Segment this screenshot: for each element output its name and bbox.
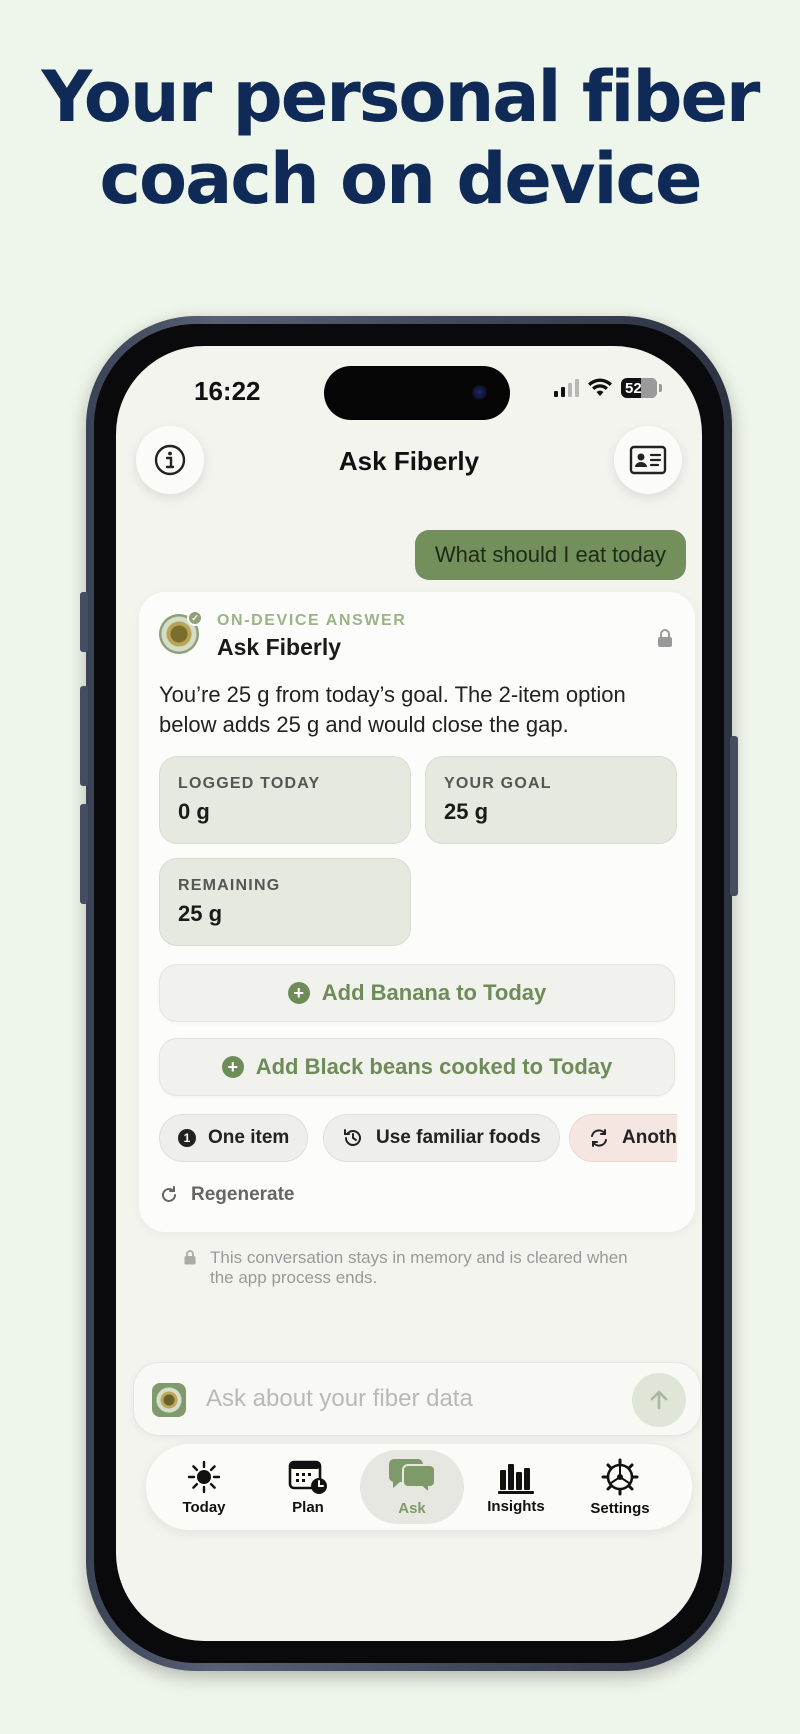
volume-down-button: [80, 804, 88, 904]
volume-up-button: [80, 686, 88, 786]
check-icon: ✓: [187, 610, 203, 626]
bar-chart-icon: [498, 1463, 534, 1494]
suggestion-chips: 1 One item Use familiar foods Anoth: [159, 1114, 677, 1164]
wifi-icon: [588, 378, 612, 396]
camera-icon: [472, 385, 488, 401]
cellular-signal-icon: [554, 379, 579, 397]
user-message-bubble: What should I eat today: [414, 530, 686, 580]
screen: 16:22 52 Ask Fiberly What should I eat t…: [116, 346, 702, 1641]
sun-icon: [187, 1460, 221, 1493]
battery-icon: 52: [621, 378, 657, 398]
chat-bubbles-icon: [389, 1458, 436, 1495]
number-one-icon: 1: [178, 1129, 196, 1147]
tab-label: Today: [182, 1498, 226, 1516]
regenerate-label: Regenerate: [191, 1184, 295, 1205]
power-button: [730, 736, 738, 896]
gear-icon: [601, 1458, 639, 1495]
dynamic-island: [324, 366, 510, 420]
answer-body: You’re 25 g from today’s goal. The 2-ite…: [159, 682, 626, 737]
headline-line-2: coach on device: [99, 138, 703, 220]
tab-plan[interactable]: Plan: [256, 1450, 360, 1524]
chip-one-item[interactable]: 1 One item: [159, 1114, 309, 1162]
add-black-beans-button[interactable]: + Add Black beans cooked to Today: [159, 1038, 675, 1096]
stat-value: 25 g: [444, 799, 489, 824]
plus-circle-icon: +: [287, 982, 310, 1004]
tab-ask[interactable]: Ask: [360, 1450, 464, 1524]
headline: Your personal fiber coach on device: [0, 56, 800, 220]
fiberly-avatar: ✓: [159, 610, 203, 654]
arrow-up-icon: [650, 1390, 668, 1410]
tab-bar: Today Plan Ask Insights Settings: [146, 1444, 692, 1530]
chip-label: Another option: [622, 1127, 677, 1148]
refresh-icon: [591, 1129, 607, 1147]
history-icon: [344, 1129, 361, 1146]
answer-eyebrow: ON-DEVICE ANSWER: [217, 612, 407, 629]
stat-label: LOGGED TODAY: [178, 775, 321, 792]
calendar-clock-icon: [288, 1460, 327, 1494]
stat-label: YOUR GOAL: [444, 775, 552, 792]
status-time: 16:22: [194, 376, 261, 406]
add-banana-button[interactable]: + Add Banana to Today: [159, 964, 675, 1022]
stat-value: 0 g: [178, 799, 210, 824]
lock-icon: [658, 629, 672, 647]
phone-frame: 16:22 52 Ask Fiberly What should I eat t…: [80, 316, 738, 1671]
regenerate-button[interactable]: Regenerate: [159, 1184, 295, 1206]
tab-insights[interactable]: Insights: [464, 1450, 568, 1524]
plus-circle-icon: +: [221, 1056, 244, 1078]
chip-another-option[interactable]: Another option: [569, 1114, 677, 1162]
stat-label: REMAINING: [178, 877, 281, 894]
tab-today[interactable]: Today: [152, 1450, 256, 1524]
id-card-icon: [629, 445, 667, 475]
chat-input-bar: Ask about your fiber data: [133, 1362, 701, 1436]
privacy-footnote: This conversation stays in memory and is…: [184, 1248, 644, 1288]
status-icons: 52: [554, 378, 662, 398]
stat-logged-today: LOGGED TODAY 0 g: [159, 756, 411, 844]
battery-level: 52: [625, 379, 642, 397]
action-label: Add Banana to Today: [321, 980, 547, 1005]
profile-card-button[interactable]: [614, 426, 682, 494]
tab-label: Settings: [590, 1499, 650, 1517]
footnote-text: This conversation stays in memory and is…: [210, 1248, 628, 1287]
chip-familiar-foods[interactable]: Use familiar foods: [323, 1114, 560, 1162]
fiberly-app-icon: [152, 1383, 186, 1417]
stat-value: 25 g: [178, 901, 223, 926]
tab-label: Insights: [487, 1497, 545, 1515]
chip-label: Use familiar foods: [376, 1127, 541, 1148]
tab-label: Ask: [398, 1499, 426, 1517]
action-button: [80, 592, 88, 652]
lock-icon: [184, 1250, 196, 1265]
tab-settings[interactable]: Settings: [568, 1450, 672, 1524]
bezel: 16:22 52 Ask Fiberly What should I eat t…: [94, 324, 724, 1663]
regenerate-icon: [162, 1186, 176, 1202]
chip-label: One item: [208, 1127, 290, 1148]
stat-remaining: REMAINING 25 g: [159, 858, 411, 946]
tab-label: Plan: [292, 1498, 324, 1516]
answer-title: Ask Fiberly: [217, 634, 341, 660]
answer-card: ✓ ON-DEVICE ANSWER Ask Fiberly You’re 25…: [139, 592, 695, 1232]
action-label: Add Black beans cooked to Today: [255, 1054, 613, 1079]
stat-your-goal: YOUR GOAL 25 g: [425, 756, 677, 844]
headline-line-1: Your personal fiber: [41, 56, 761, 138]
send-button[interactable]: [632, 1373, 686, 1427]
chat-input[interactable]: Ask about your fiber data: [206, 1385, 473, 1413]
